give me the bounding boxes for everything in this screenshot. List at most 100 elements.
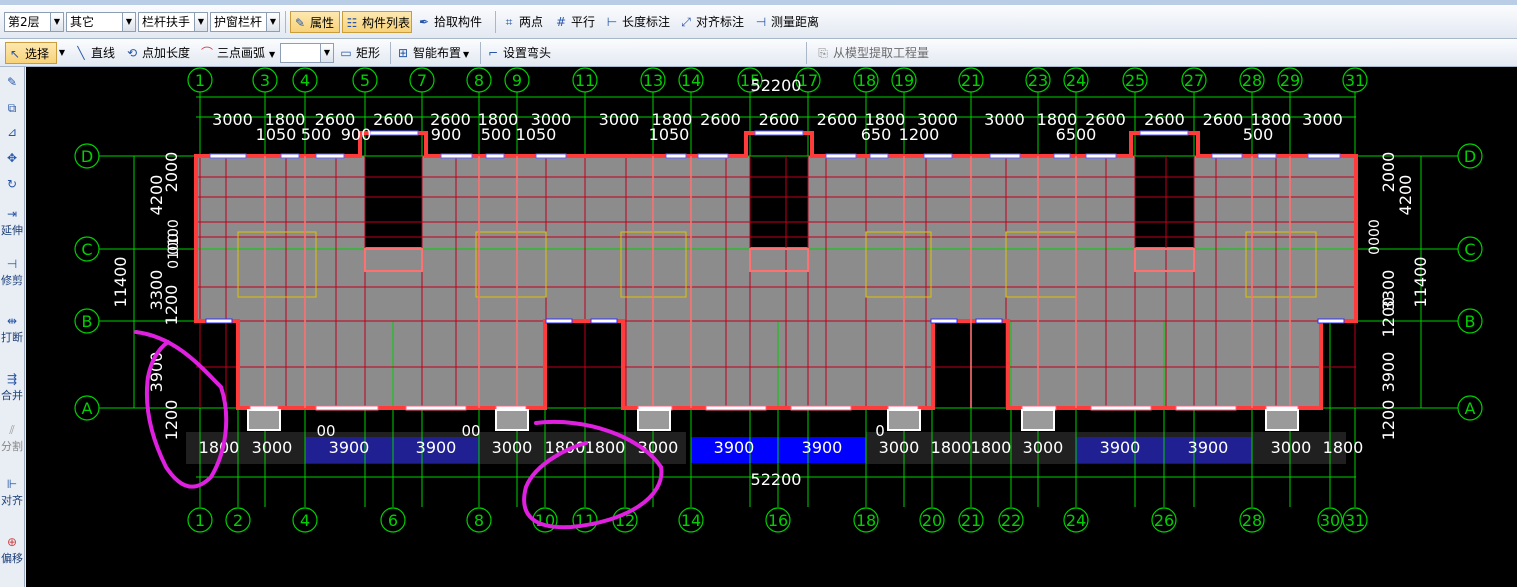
axis-label-bottom-1: 1 [195,511,205,530]
chevron-down-icon[interactable]: ▼ [194,13,207,31]
window-top-2 [315,153,345,159]
top-subdim-0: 1050 [256,125,297,144]
smart-layout-button[interactable]: ⊞ 智能布置 ▼ [394,42,476,64]
chevron-down-icon[interactable]: ▼ [122,13,135,31]
window-bottom-1 [315,405,379,411]
top-dim-18: 2600 [1203,110,1244,129]
merge-button[interactable]: 合并 [1,389,23,402]
align-dim-icon: ⤢ [681,15,691,29]
window-top-16 [1307,153,1341,159]
line-button[interactable]: ╲ 直线 [72,42,122,64]
align-dim-button[interactable]: ⤢ 对齐标注 [677,11,749,33]
bottom-dim-10: 3000 [879,438,920,457]
axis-label-top-14: 14 [681,71,701,90]
component-list-button[interactable]: ☷ 构件列表 [342,11,412,33]
toolbar-separator [495,11,496,33]
arc-button[interactable]: ⌒ 三点画弧 ▼ [198,42,278,64]
mirror-icon[interactable]: ⊿ [4,125,20,140]
parallel-dim-button[interactable]: # 平行 [552,11,600,33]
select-button[interactable]: ↖ 选择 [5,42,57,64]
window-top-5 [535,153,567,159]
select-dropdown[interactable]: ▼ [57,42,67,64]
ac-box-4 [1021,409,1055,431]
bottom-dim-13: 3000 [1023,438,1064,457]
length-dim-button[interactable]: ⊢ 长度标注 [603,11,675,33]
extend-button[interactable]: 延伸 [1,224,23,237]
extract-quantity-button[interactable]: ⎘ 从模型提取工程量 [814,42,936,64]
category-select[interactable]: 其它 ▼ [66,12,136,32]
property-toolbar: 第2层 ▼ 其它 ▼ 栏杆扶手 ▼ 护窗栏杆 ▼ ✎ 属性 ☷ 构件列表 ✒ 拾取构件 ⌗ 两点… [0,5,1517,39]
left-dim-1: 2000 [162,152,181,193]
axis-label-right-C: C [1464,240,1475,259]
copy-icon[interactable]: ⧉ [4,101,20,116]
break-button[interactable]: 打断 [1,331,23,344]
modify-sidebar: ✎ ⧉ ⊿ ✥ ↻ ⇥ 延伸 ⊣ 修剪 ⇹ 打断 ⇶ 合并 ⫽ 分割 ⊩ 对齐 … [0,67,25,587]
chevron-down-icon: ▼ [269,50,276,59]
top-subdim-3: 900 [431,125,462,144]
axis-label-bottom-26: 26 [1154,511,1174,530]
top-subdim-8: 1200 [899,125,940,144]
two-point-dim-button[interactable]: ⌗ 两点 [500,11,550,33]
axis-label-top-31: 31 [1345,71,1365,90]
rectangle-button[interactable]: ▭ 矩形 [337,42,387,64]
rectangle-label: 矩形 [356,46,381,60]
stair-void-1 [750,135,808,247]
bottom-dim-5: 1800 [545,438,586,457]
pick-component-button[interactable]: ✒ 拾取构件 [415,11,490,33]
stray-label-0: 0 [875,422,885,440]
window-mid-1 [545,318,573,324]
axis-label-top-11: 11 [575,71,595,90]
align-button[interactable]: 对齐 [1,494,23,507]
align-icon: ⊩ [6,477,18,491]
axis-label-top-25: 25 [1125,71,1145,90]
window-top-10 [923,153,953,159]
move-icon[interactable]: ✥ [4,151,20,166]
parallel-icon: # [555,15,567,29]
axis-label-bottom-22: 22 [1001,511,1021,530]
window-top-18 [754,130,804,136]
axis-label-left-C: C [81,240,92,259]
axis-label-top-23: 23 [1028,71,1048,90]
window-top-13 [1085,153,1117,159]
chevron-down-icon[interactable]: ▼ [266,13,279,31]
left-small-1: 0100 [166,233,182,269]
chevron-down-icon[interactable]: ▼ [50,13,63,31]
smart-layout-icon: ⊞ [397,46,409,60]
window-mid-2 [590,318,618,324]
axis-label-top-18: 18 [856,71,876,90]
trim-icon: ⊣ [6,257,18,271]
rotate-icon[interactable]: ↻ [4,177,20,192]
point-length-button[interactable]: ⟲ 点加长度 [123,42,195,64]
pencil-icon[interactable]: ✎ [4,75,20,90]
axis-label-bottom-4: 4 [300,511,310,530]
bottom-dim-3: 3900 [416,438,457,457]
top-dim-9: 2600 [700,110,741,129]
drawing-canvas[interactable]: 1 3 4 5 7 8 9 11 13 14 15 17 18 19 21 23 24 25 27 28 29 31 1 2 4… [26,67,1517,587]
trim-button[interactable]: 修剪 [1,274,23,287]
right-dim-5: 1200 [1379,400,1398,441]
set-bend-button[interactable]: ⌐ 设置弯头 [484,42,566,64]
bend-icon: ⌐ [487,46,499,60]
eyedropper-icon: ✒ [418,15,430,29]
property-icon: ✎ [294,16,306,30]
chevron-down-icon[interactable]: ▼ [320,44,333,62]
app-window: 第2层 ▼ 其它 ▼ 栏杆扶手 ▼ 护窗栏杆 ▼ ✎ 属性 ☷ 构件列表 ✒ 拾取构件 ⌗ 两点… [0,0,1517,587]
window-top-15 [1257,153,1277,159]
component-name-select[interactable]: 护窗栏杆 ▼ [210,12,280,32]
length-dim-label: 长度标注 [622,15,671,29]
total-length-bottom: 52200 [751,470,802,489]
rectangle-icon: ▭ [340,46,352,60]
length-dim-icon: ⊢ [606,15,618,29]
floor-select[interactable]: 第2层 ▼ [4,12,64,32]
component-type-select[interactable]: 栏杆扶手 ▼ [138,12,208,32]
split-button[interactable]: 分割 [1,440,23,453]
offset-button[interactable]: 偏移 [1,552,23,565]
bottom-dim-6: 1800 [585,438,626,457]
axis-label-bottom-31: 31 [1345,511,1365,530]
window-top-7 [697,153,729,159]
floor-plan[interactable]: 1 3 4 5 7 8 9 11 13 14 15 17 18 19 21 23 24 25 27 28 29 311 2 4… [26,67,1517,587]
measure-distance-button[interactable]: ⊣ 测量距离 [752,11,827,33]
property-button[interactable]: ✎ 属性 [290,11,340,33]
window-mid-3 [930,318,958,324]
arc-mode-select[interactable]: ▼ [280,43,334,63]
